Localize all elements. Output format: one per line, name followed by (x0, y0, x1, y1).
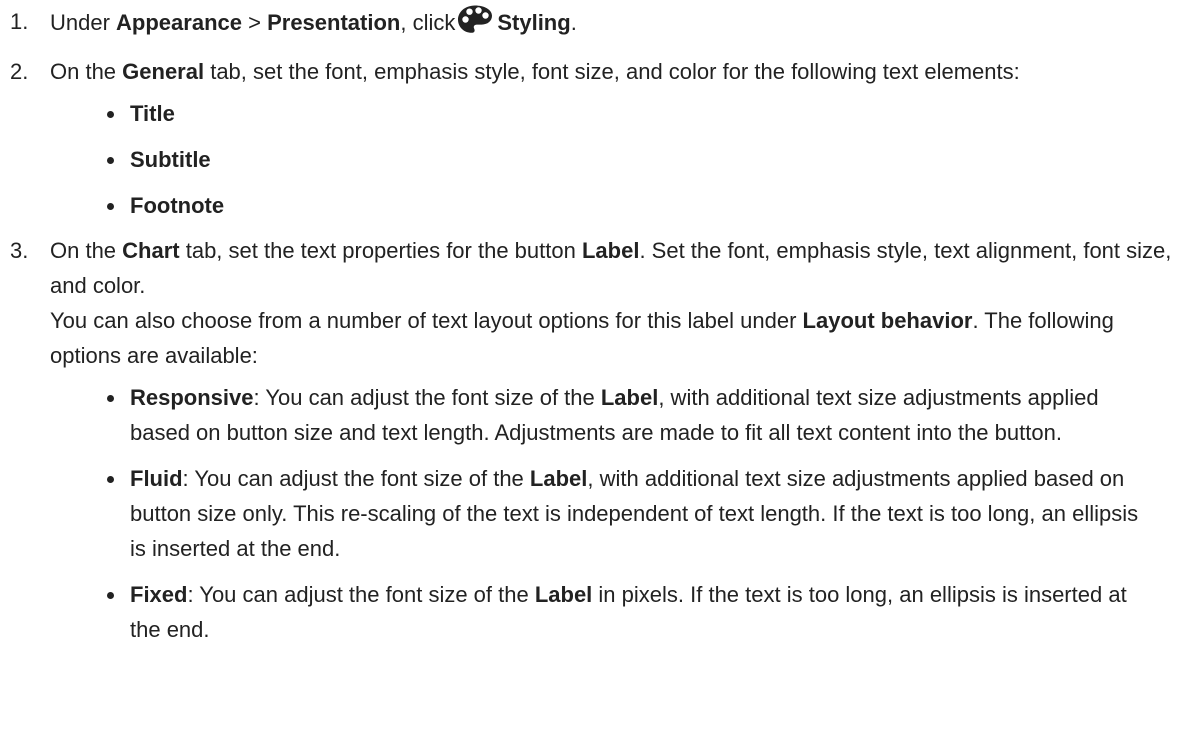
step-3: 3. On the Chart tab, set the text proper… (0, 233, 1189, 647)
option-name: Fixed (130, 582, 188, 607)
step-text: You can also choose from a number of tex… (50, 308, 803, 333)
list-item: Fluid: You can adjust the font size of t… (50, 461, 1189, 566)
bullet-icon (107, 395, 114, 402)
bullet-icon (107, 476, 114, 483)
bullet-icon (107, 592, 114, 599)
step-text: . (570, 10, 577, 35)
list-item: Subtitle (50, 142, 1189, 177)
step-paragraph: On the Chart tab, set the text propertie… (50, 233, 1189, 303)
bullet-icon (107, 157, 114, 164)
steps-list: 1. Under Appearance > Presentation, clic… (0, 4, 1189, 647)
instructions: 1. Under Appearance > Presentation, clic… (0, 0, 1189, 647)
step-text: On the (50, 238, 123, 263)
step-number: 3. (10, 238, 29, 263)
palette-icon (457, 4, 493, 44)
ui-term-label: Label (581, 238, 640, 263)
step-1: 1. Under Appearance > Presentation, clic… (0, 4, 1189, 44)
bullet-icon (107, 203, 114, 210)
step-2: 2. On the General tab, set the font, emp… (0, 54, 1189, 223)
list-item-label: Title (130, 101, 175, 126)
list-item-label: Subtitle (130, 147, 211, 172)
ui-term-presentation: Presentation (267, 10, 401, 35)
ui-term-chart: Chart (122, 238, 180, 263)
ui-term-appearance: Appearance (116, 10, 242, 35)
step-text: tab, set the font, emphasis style, font … (204, 59, 1020, 84)
step-number: 2. (10, 59, 29, 84)
option-text: : You can adjust the font size of the (253, 385, 601, 410)
list-item: Fixed: You can adjust the font size of t… (50, 577, 1189, 647)
list-item: Responsive: You can adjust the font size… (50, 380, 1189, 450)
list-item: Title (50, 96, 1189, 131)
option-text: : You can adjust the font size of the (182, 466, 530, 491)
step-text: On the (50, 59, 123, 84)
layout-options-list: Responsive: You can adjust the font size… (50, 380, 1189, 647)
ui-term-label: Label (534, 582, 593, 607)
step-paragraph: You can also choose from a number of tex… (50, 303, 1189, 373)
ui-term-label: Label (600, 385, 659, 410)
step-number: 1. (10, 9, 29, 34)
step-text: Under (50, 10, 117, 35)
step-text: , click (400, 10, 456, 35)
list-item: Footnote (50, 188, 1189, 223)
ui-term-layout-behavior: Layout behavior (802, 308, 973, 333)
text-elements-list: Title Subtitle Footnote (50, 96, 1189, 223)
ui-term-label: Label (529, 466, 588, 491)
ui-term-general: General (122, 59, 205, 84)
option-name: Fluid (130, 466, 183, 491)
step-text: > (242, 10, 268, 35)
option-name: Responsive (130, 385, 254, 410)
ui-term-styling: Styling (497, 10, 571, 35)
list-item-label: Footnote (130, 193, 225, 218)
option-text: : You can adjust the font size of the (187, 582, 535, 607)
step-text: tab, set the text properties for the but… (179, 238, 582, 263)
bullet-icon (107, 111, 114, 118)
